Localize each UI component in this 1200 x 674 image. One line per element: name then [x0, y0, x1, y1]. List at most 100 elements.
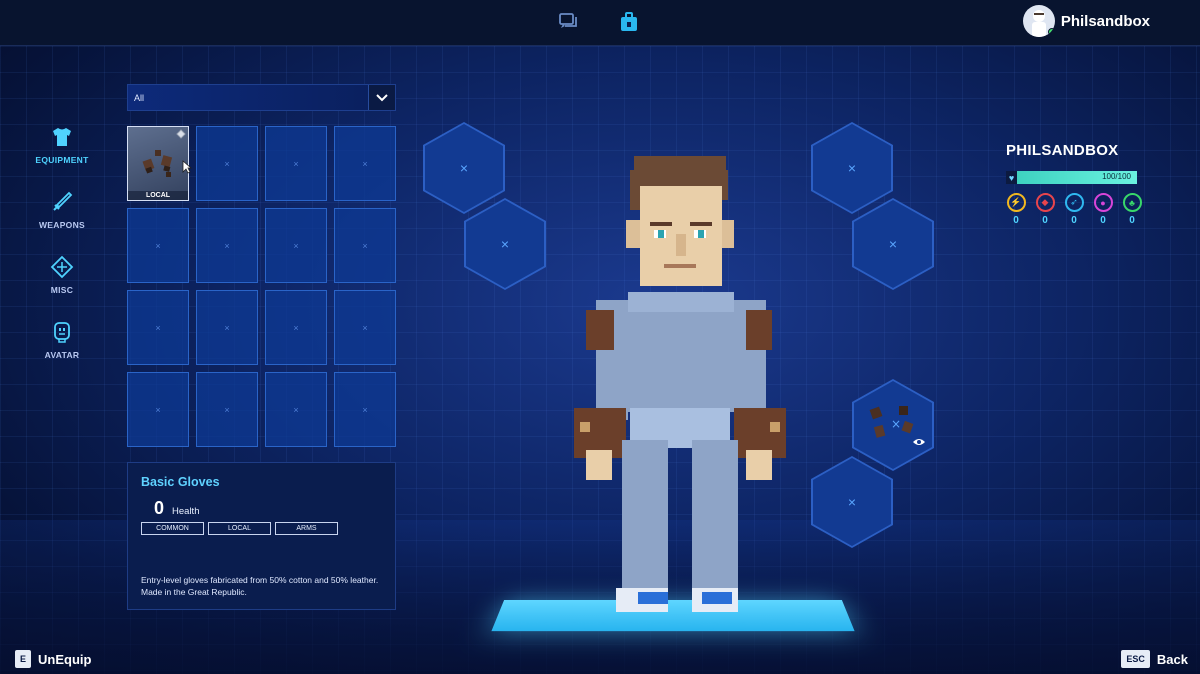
- chat-icon[interactable]: [557, 10, 581, 34]
- category-nav: EQUIPMENT WEAPONS MISC AVATAR: [22, 125, 102, 385]
- user-name: Philsandbox: [1060, 12, 1150, 30]
- inventory-slot-empty[interactable]: ×: [265, 290, 327, 365]
- nav-avatar[interactable]: AVATAR: [22, 320, 102, 385]
- empty-slot-marker: ×: [847, 160, 857, 176]
- unequip-prompt[interactable]: E UnEquip: [15, 650, 91, 668]
- empty-slot-marker: ×: [847, 494, 857, 510]
- player-name: PHILSANDBOX: [1006, 142, 1119, 159]
- equip-slot-back[interactable]: ×: [852, 198, 934, 290]
- inventory-slot-empty[interactable]: ×: [334, 290, 396, 365]
- user-profile[interactable]: Philsandbox: [1022, 5, 1150, 37]
- heart-icon: ♥: [1006, 171, 1017, 184]
- stat-value: 0: [154, 498, 165, 518]
- item-tags: COMMON LOCAL ARMS: [141, 522, 338, 535]
- gloves-icon: [142, 149, 173, 177]
- empty-slot-marker: ×: [362, 404, 368, 415]
- empty-slot-marker: ×: [362, 158, 368, 169]
- dropdown-button[interactable]: [368, 85, 395, 110]
- unequip-label: UnEquip: [38, 651, 92, 667]
- top-bar: Philsandbox: [0, 0, 1200, 46]
- stat-value: 0: [1013, 215, 1019, 226]
- stat-luck: ♣ 0: [1122, 193, 1142, 226]
- inventory-slot-gloves[interactable]: LOCAL: [127, 126, 189, 201]
- empty-slot-marker: ×: [293, 158, 299, 169]
- back-label: Back: [1156, 651, 1188, 667]
- inventory-slot-empty[interactable]: ×: [196, 208, 258, 283]
- shirt-icon: [53, 128, 71, 146]
- sword-icon: [53, 191, 73, 211]
- inventory-slot-empty[interactable]: ×: [334, 372, 396, 447]
- empty-slot-marker: ×: [362, 240, 368, 251]
- inventory-slot-empty[interactable]: ×: [196, 126, 258, 201]
- empty-slot-marker: ×: [224, 240, 230, 251]
- brain-icon: ●: [1093, 193, 1113, 212]
- item-stat: 0 Health: [154, 498, 199, 519]
- back-key: ESC: [1121, 650, 1150, 668]
- nav-misc[interactable]: MISC: [22, 255, 102, 320]
- inventory-slot-empty[interactable]: ×: [265, 126, 327, 201]
- slot-tag: LOCAL: [128, 191, 188, 200]
- equip-slot-head[interactable]: ×: [423, 122, 505, 214]
- empty-slot-marker: ×: [224, 322, 230, 333]
- hp-text: 100/100: [1102, 172, 1131, 181]
- inventory-slot-empty[interactable]: ×: [334, 208, 396, 283]
- stat-intellect: ● 0: [1093, 193, 1113, 226]
- empty-slot-marker: ×: [224, 158, 230, 169]
- cube-icon: [176, 129, 186, 139]
- stat-defense: ◆ 0: [1035, 193, 1055, 226]
- empty-slot-marker: ×: [155, 322, 161, 333]
- inventory-slot-empty[interactable]: ×: [127, 372, 189, 447]
- stat-label: Health: [172, 506, 200, 517]
- clover-icon: ♣: [1122, 193, 1142, 212]
- face-icon: [54, 322, 70, 343]
- chevron-down-icon: [376, 93, 388, 101]
- equip-slot-arms[interactable]: ×: [852, 379, 934, 471]
- nav-equipment[interactable]: EQUIPMENT: [22, 125, 102, 190]
- mouse-cursor-icon: [182, 160, 192, 174]
- nav-label: AVATAR: [44, 350, 80, 360]
- empty-slot-marker: ×: [155, 404, 161, 415]
- svg-text:×: ×: [891, 417, 901, 431]
- stat-value: 0: [1071, 215, 1077, 226]
- stat-value: 0: [1100, 215, 1106, 226]
- inventory-slot-empty[interactable]: ×: [196, 372, 258, 447]
- inventory-slot-empty[interactable]: ×: [127, 290, 189, 365]
- item-detail-panel: Basic Gloves 0 Health COMMON LOCAL ARMS …: [127, 462, 396, 610]
- empty-slot-marker: ×: [293, 404, 299, 415]
- character-model: [574, 156, 786, 612]
- equip-slot-legs[interactable]: ×: [811, 456, 893, 548]
- stat-value: 0: [1042, 215, 1048, 226]
- avatar: [1022, 5, 1055, 37]
- item-title: Basic Gloves: [141, 475, 220, 489]
- empty-slot-marker: ×: [459, 160, 469, 176]
- empty-slot-marker: ×: [155, 240, 161, 251]
- empty-slot-marker: ×: [293, 240, 299, 251]
- tag-origin: LOCAL: [208, 522, 271, 535]
- tag-rarity: COMMON: [141, 522, 204, 535]
- inventory-slot-empty[interactable]: ×: [334, 126, 396, 201]
- item-description: Entry-level gloves fabricated from 50% c…: [141, 575, 379, 597]
- stat-agility: ➶ 0: [1064, 193, 1084, 226]
- nav-label: EQUIPMENT: [35, 155, 89, 165]
- player-panel: PHILSANDBOX ♥ 100/100 ⚡ 0 ◆ 0 ➶ 0 ● 0 ♣ …: [1006, 142, 1146, 226]
- inventory-slot-empty[interactable]: ×: [196, 290, 258, 365]
- inventory-slot-empty[interactable]: ×: [265, 372, 327, 447]
- eye-icon[interactable]: [912, 437, 926, 447]
- equip-slot-torso[interactable]: ×: [811, 122, 893, 214]
- equip-slot-face[interactable]: ×: [464, 198, 546, 290]
- diamond-icon: [50, 255, 74, 279]
- lightning-icon: ⚡: [1006, 193, 1026, 212]
- feather-icon: ➶: [1064, 193, 1084, 212]
- nav-label: MISC: [50, 285, 74, 295]
- inventory-icon[interactable]: [617, 10, 641, 34]
- empty-slot-marker: ×: [888, 236, 898, 252]
- nav-weapons[interactable]: WEAPONS: [22, 190, 102, 255]
- tag-slot: ARMS: [275, 522, 338, 535]
- empty-slot-marker: ×: [500, 236, 510, 252]
- shield-icon: ◆: [1035, 193, 1055, 212]
- inventory-slot-empty[interactable]: ×: [127, 208, 189, 283]
- back-prompt[interactable]: ESC Back: [1121, 650, 1188, 668]
- filter-dropdown[interactable]: All: [127, 84, 396, 111]
- inventory-slot-empty[interactable]: ×: [265, 208, 327, 283]
- empty-slot-marker: ×: [293, 322, 299, 333]
